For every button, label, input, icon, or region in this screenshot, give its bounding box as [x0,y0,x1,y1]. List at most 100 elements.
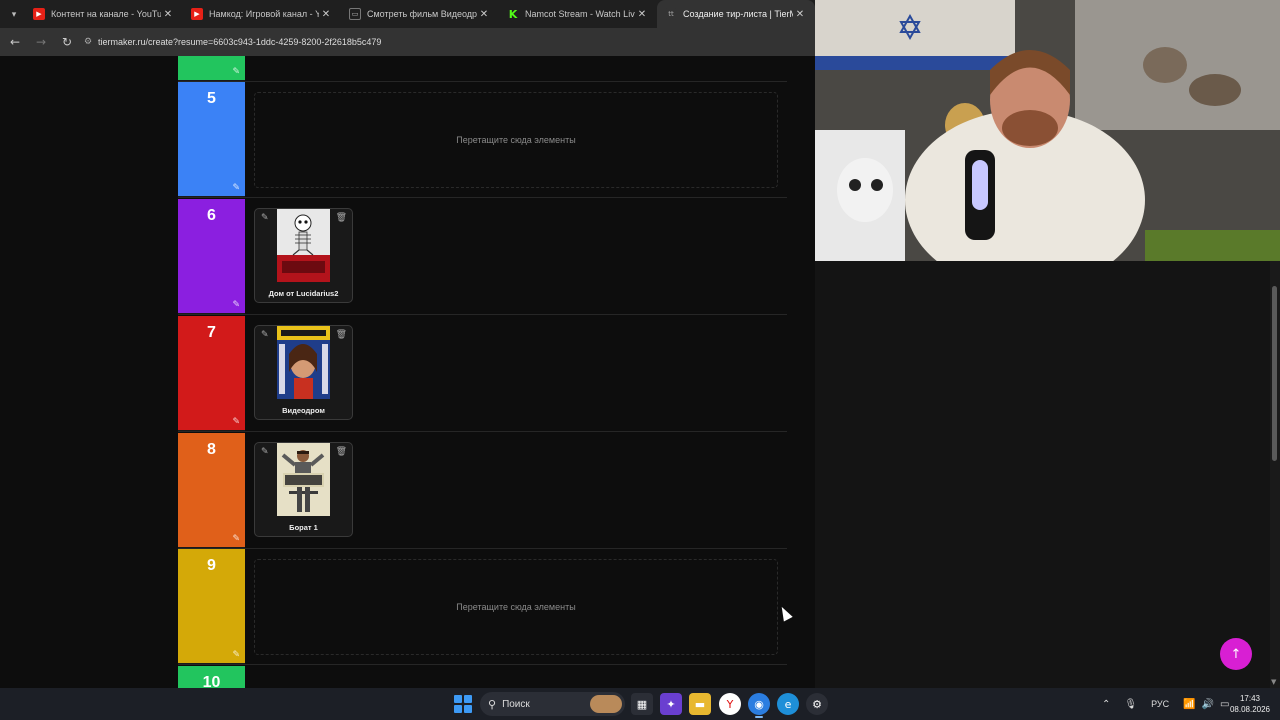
tier-row-10: 10 [178,666,788,688]
url-text: tiermaker.ru/create?resume=6603c943-1ddc… [98,37,382,47]
tier-dropzone[interactable]: Перетащите сюда элементы [254,559,778,655]
edit-item-pencil-icon[interactable]: ✎ [261,330,269,340]
site-info-icon[interactable]: ⚙ [84,37,98,47]
edit-tier-pencil-icon[interactable]: ✎ [232,67,240,77]
url-field[interactable]: ⚙ tiermaker.ru/create?resume=6603c943-1d… [84,37,381,47]
tab-search-chevron-icon[interactable]: ▾ [3,3,25,25]
tiermaker-icon: tt [665,8,677,20]
system-clock[interactable]: 17:43 08.08.2026 [1224,693,1276,715]
tier-row-6: 6 ✎ ✎ 🗑 Дом от Lucidarius2 [178,199,788,315]
tab-title: Намкод: Игровой канал - YouT [209,9,319,19]
windows-start-icon[interactable] [454,695,472,713]
close-tab-icon[interactable]: ✕ [319,9,333,20]
tier-list-page: ✎ 5 ✎ Перетащите сюда элементы 6 ✎ ✎ 🗑 Д… [0,56,815,688]
poster-image [277,209,330,282]
close-tab-icon[interactable]: ✕ [161,9,175,20]
back-arrow-icon[interactable]: ← [4,31,26,53]
yandex-browser-icon[interactable]: Y [719,693,741,715]
copilot-icon[interactable]: ✦ [660,693,682,715]
tier-row-7: 7 ✎ ✎ 🗑 Видеодром [178,316,788,432]
tier-item-card[interactable]: ✎ 🗑 [254,208,353,303]
system-tray: ⌃ 🎙 РУС 📶 🔊 ▭ [1102,688,1229,720]
item-caption: Борат 1 [289,523,318,532]
youtube-icon: ▶ [33,8,45,20]
language-indicator[interactable]: РУС [1151,699,1169,709]
poster-image [277,443,330,516]
kick-icon: K [508,7,518,21]
tier-label[interactable]: 6 ✎ [178,199,245,314]
tier-label[interactable]: 8 ✎ [178,433,245,548]
tab-youtube-studio[interactable]: ▶ Контент на канале - YouTube S ✕ [25,0,183,28]
delete-item-trash-icon[interactable]: 🗑 [336,330,347,340]
page-gutter [787,56,815,688]
delete-item-trash-icon[interactable]: 🗑 [336,213,347,223]
page-scrollbar[interactable]: ▼ [1270,261,1280,688]
app-icon[interactable]: ⚙ [806,693,828,715]
tier-label[interactable]: 5 ✎ [178,82,245,197]
clock-date: 08.08.2026 [1229,705,1271,714]
edit-tier-pencil-icon[interactable]: ✎ [232,650,240,660]
browser-tab-bar: ▾ ▶ Контент на канале - YouTube S ✕ ▶ На… [0,0,815,28]
poster-image [277,326,330,399]
tab-title: Создание тир-листа | TierMak [683,9,793,19]
tab-kick-stream[interactable]: K Namcot Stream - Watch Live on ✕ [499,0,657,28]
edit-tier-pencil-icon[interactable]: ✎ [232,183,240,193]
item-caption: Видеодром [282,406,325,415]
scroll-to-top-button[interactable]: ↑ [1220,638,1252,670]
close-tab-icon[interactable]: ✕ [477,9,491,20]
tier-label[interactable]: 10 [178,666,245,688]
tier-label-text: 5 [207,90,216,107]
tier-row-5: 5 ✎ Перетащите сюда элементы [178,82,788,198]
tier-item-card[interactable]: ✎ 🗑 [254,442,353,537]
chrome-icon[interactable]: ◉ [748,693,770,718]
show-hidden-icons-chevron-icon[interactable]: ⌃ [1102,699,1110,710]
edit-tier-pencil-icon[interactable]: ✎ [232,300,240,310]
tab-youtube-namcod[interactable]: ▶ Намкод: Игровой канал - YouT ✕ [183,0,341,28]
tier-row-8: 8 ✎ ✎ 🗑 Борат 1 [178,433,788,549]
film-icon: ▭ [349,8,361,20]
file-explorer-icon[interactable]: ▬ [689,693,711,715]
edit-item-pencil-icon[interactable]: ✎ [261,213,269,223]
tab-tiermaker[interactable]: tt Создание тир-листа | TierMak ✕ [657,0,815,28]
microphone-icon[interactable]: 🎙 [1124,699,1137,710]
forward-arrow-icon[interactable]: → [30,31,52,53]
tab-videodrome[interactable]: ▭ Смотреть фильм Видеодром о ✕ [341,0,499,28]
tier-label-text: 10 [202,674,221,688]
item-caption: Дом от Lucidarius2 [268,289,339,298]
scroll-down-arrow-icon[interactable]: ▼ [1271,678,1276,686]
webcam-overlay [815,0,1280,261]
close-tab-icon[interactable]: ✕ [793,9,807,20]
edit-tier-pencil-icon[interactable]: ✎ [232,534,240,544]
task-view-icon[interactable]: ▦ [631,693,653,715]
close-tab-icon[interactable]: ✕ [635,9,649,20]
edit-tier-pencil-icon[interactable]: ✎ [232,417,240,427]
desktop-background [815,261,1280,688]
wifi-icon[interactable]: 📶 [1183,699,1195,710]
search-placeholder: Поиск [502,698,530,710]
tier-label-text: 7 [207,324,216,341]
reload-icon[interactable]: ↻ [56,31,78,53]
edge-icon[interactable]: e [777,693,799,715]
tab-title: Namcot Stream - Watch Live on [525,9,635,19]
taskbar-search-box[interactable]: ⚲ Поиск [480,692,625,716]
tier-item-card[interactable]: ✎ 🗑 Видеодром [254,325,353,420]
tab-title: Контент на канале - YouTube S [51,9,161,19]
tier-row-9: 9 ✎ Перетащите сюда элементы [178,549,788,665]
tier-label[interactable]: 9 ✎ [178,549,245,664]
clock-time: 17:43 [1239,694,1261,703]
tier-dropzone[interactable]: Перетащите сюда элементы [254,92,778,188]
tier-row: ✎ [178,56,788,82]
youtube-icon: ▶ [191,8,203,20]
scrollbar-thumb[interactable] [1272,286,1277,461]
search-highlight-image [590,695,622,713]
volume-icon[interactable]: 🔊 [1202,699,1214,710]
delete-item-trash-icon[interactable]: 🗑 [336,447,347,457]
tier-label-text: 9 [207,557,216,574]
tier-label-text: 8 [207,441,216,458]
edit-item-pencil-icon[interactable]: ✎ [261,447,269,457]
search-icon: ⚲ [488,697,497,711]
address-bar-row: ← → ↻ ⚙ tiermaker.ru/create?resume=6603c… [0,28,815,56]
tier-label[interactable]: ✎ [178,56,245,81]
tier-label[interactable]: 7 ✎ [178,316,245,431]
tab-title: Смотреть фильм Видеодром о [367,9,477,19]
